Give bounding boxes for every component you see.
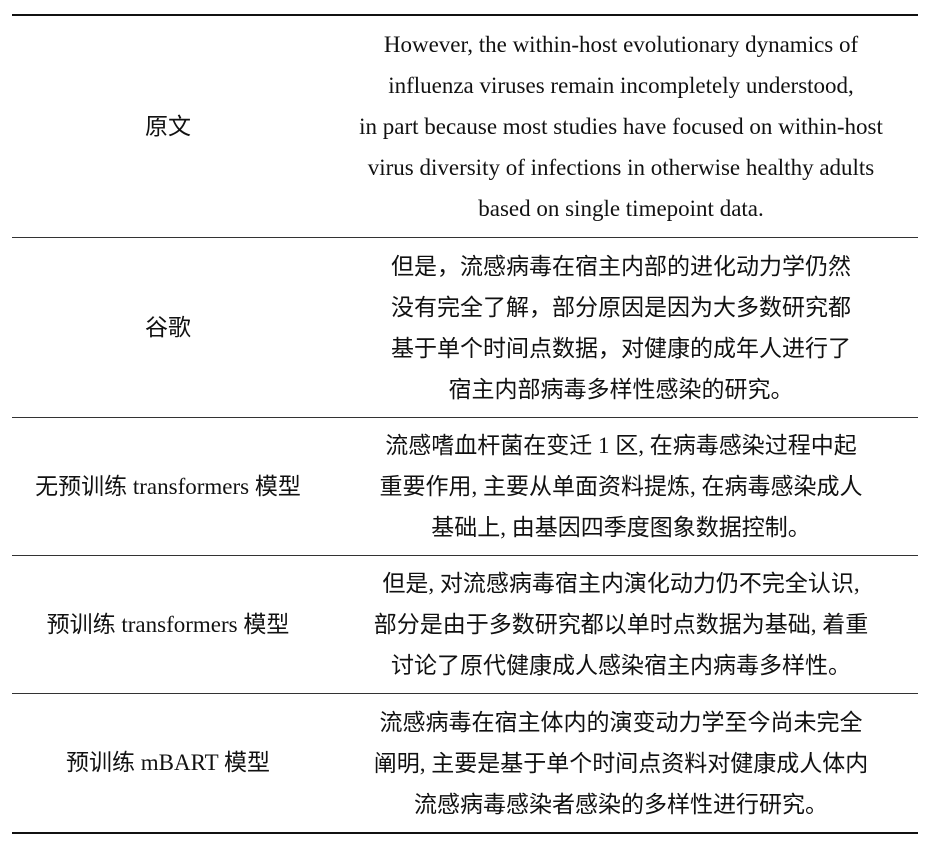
content-line: in part because most studies have focuse… — [359, 114, 883, 139]
row-label: 预训练 transformers 模型 — [46, 611, 290, 637]
content-line: However, the within-host evolutionary dy… — [383, 32, 859, 57]
row-content: 流感病毒在宿主体内的演变动力学至今尚未完全 阐明, 主要是基于单个时间点资料对健… — [324, 702, 918, 825]
content-line: 讨论了原代健康成人感染宿主内病毒多样性。 — [391, 653, 851, 678]
content-line: 阐明, 主要是基于单个时间点资料对健康成人体内 — [373, 750, 869, 776]
content-line: 流感病毒在宿主体内的演变动力学至今尚未完全 — [379, 709, 863, 735]
row-label: 无预训练 transformers 模型 — [35, 473, 301, 499]
content-line: 基于单个时间点数据，对健康的成年人进行了 — [391, 335, 851, 361]
content-line: 部分是由于多数研究都以单时点数据为基础, 着重 — [373, 612, 869, 637]
table-row-pretrain-transformers: 预训练 transformers 模型 但是, 对流感病毒宿主内演化动力仍不完全… — [12, 555, 918, 693]
row-label: 谷歌 — [145, 314, 191, 340]
row-label: 原文 — [145, 113, 191, 139]
content-line: 但是, 对流感病毒宿主内演化动力仍不完全认识, — [382, 571, 860, 596]
row-content: 但是, 对流感病毒宿主内演化动力仍不完全认识, 部分是由于多数研究都以单时点数据… — [324, 563, 918, 686]
content-line: 没有完全了解，部分原因是因为大多数研究都 — [391, 294, 851, 320]
row-content: 但是，流感病毒在宿主内部的进化动力学仍然 没有完全了解，部分原因是因为大多数研究… — [324, 246, 918, 410]
row-label: 预训练 mBART 模型 — [66, 750, 270, 776]
content-line: 基础上, 由基因四季度图象数据控制。 — [431, 515, 811, 540]
row-content: However, the within-host evolutionary dy… — [324, 24, 918, 229]
table-row-no-pretrain-transformers: 无预训练 transformers 模型 流感嗜血杆菌在变迁 1 区, 在病毒感… — [12, 417, 918, 555]
content-line: 但是，流感病毒在宿主内部的进化动力学仍然 — [391, 253, 851, 279]
content-line: influenza viruses remain incompletely un… — [388, 73, 854, 98]
table-row-google: 谷歌 但是，流感病毒在宿主内部的进化动力学仍然 没有完全了解，部分原因是因为大多… — [12, 237, 918, 417]
table-row-pretrain-mbart: 预训练 mBART 模型 流感病毒在宿主体内的演变动力学至今尚未完全 阐明, 主… — [12, 693, 918, 832]
row-content: 流感嗜血杆菌在变迁 1 区, 在病毒感染过程中起 重要作用, 主要从单面资料提炼… — [324, 425, 918, 548]
content-line: 流感嗜血杆菌在变迁 1 区, 在病毒感染过程中起 — [385, 433, 857, 458]
content-line: based on single timepoint data. — [478, 196, 764, 221]
content-line: 流感病毒感染者感染的多样性进行研究。 — [414, 791, 828, 817]
content-line: virus diversity of infections in otherwi… — [367, 155, 875, 180]
content-line: 重要作用, 主要从单面资料提炼, 在病毒感染成人 — [379, 474, 863, 499]
table-row-original: 原文 However, the within-host evolutionary… — [12, 16, 918, 237]
comparison-table: 原文 However, the within-host evolutionary… — [12, 14, 918, 834]
content-line: 宿主内部病毒多样性感染的研究。 — [448, 376, 794, 402]
